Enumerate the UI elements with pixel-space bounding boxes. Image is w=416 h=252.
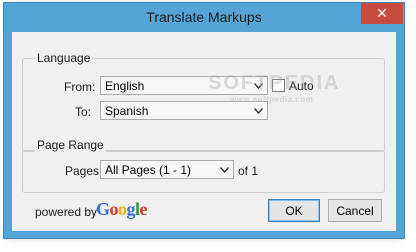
chevron-down-icon [217,162,231,177]
window-title: Translate Markups [146,9,262,25]
page-count-text: of 1 [238,164,259,178]
pages-select[interactable]: All Pages (1 - 1) [100,160,234,179]
from-label: From: [64,80,96,94]
pages-value: All Pages (1 - 1) [105,163,192,177]
from-language-value: English [105,79,145,93]
to-label: To: [75,105,92,119]
google-letter: g [126,199,136,219]
google-letter: e [139,199,148,219]
page-range-legend: Page Range [35,138,106,152]
cancel-button[interactable]: Cancel [328,199,382,222]
pages-label: Pages [65,164,100,178]
ok-button[interactable]: OK [268,199,320,222]
powered-by-label: powered by [35,205,98,219]
google-letter: o [109,199,119,219]
close-button[interactable]: ✕ [361,3,403,24]
to-language-value: Spanish [105,104,149,118]
language-legend: Language [35,51,93,65]
watermark-text: SOFTPEDIA [208,72,341,94]
chevron-down-icon [251,103,265,118]
close-icon: ✕ [376,5,388,21]
google-letter: G [96,199,110,219]
watermark-url: www.softpedia.com [230,95,314,104]
dialog-body: Language From: English Auto To: Spanish … [12,32,396,231]
google-logo: Google [96,199,148,220]
google-letter: o [118,199,127,219]
title-bar[interactable]: Translate Markups ✕ [4,3,404,28]
dialog-window: Translate Markups ✕ Language From: Engli… [3,2,405,239]
